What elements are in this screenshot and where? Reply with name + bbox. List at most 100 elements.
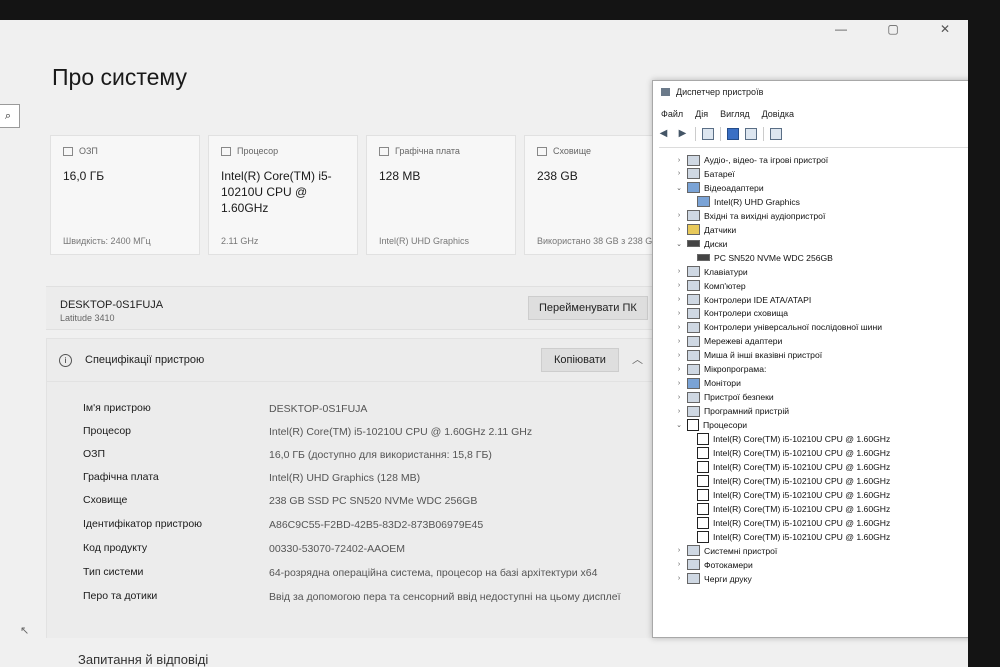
device-category-icon	[687, 280, 700, 292]
device-category[interactable]: › Вхідні та вихідні аудіопристрої	[675, 209, 825, 223]
device-tree: › Аудіо-, відео- та ігрові пристрої › Батар…	[659, 147, 968, 637]
expand-right-icon[interactable]: ›	[675, 170, 683, 177]
spec-value: 64-розрядна операційна система, процесор…	[269, 567, 598, 579]
device-item[interactable]: PC SN520 NVMe WDC 256GB	[697, 251, 833, 265]
device-item[interactable]: Intel(R) Core(TM) i5-10210U CPU @ 1.60GH…	[697, 488, 890, 502]
device-item[interactable]: Intel(R) Core(TM) i5-10210U CPU @ 1.60GH…	[697, 530, 890, 544]
expand-down-icon[interactable]: ⌄	[675, 184, 683, 192]
menu-action[interactable]: Дія	[695, 109, 708, 119]
device-specs-header[interactable]: i Специфікації пристрою Копіювати ︿	[46, 338, 658, 382]
forward-arrow-icon[interactable]: ▶	[676, 128, 689, 140]
spec-value: 16,0 ГБ (доступно для використання: 15,8…	[269, 449, 492, 461]
device-category-label: Миша й інші вказівні пристрої	[704, 350, 823, 361]
expand-right-icon[interactable]: ›	[675, 310, 683, 317]
grid-view-icon[interactable]	[745, 128, 757, 140]
device-category[interactable]: › Аудіо-, відео- та ігрові пристрої	[675, 153, 828, 167]
device-category-label: Контролери IDE ATA/ATAPI	[704, 294, 812, 305]
expand-right-icon[interactable]: ›	[675, 268, 683, 275]
device-category-label: Мережеві адаптери	[704, 336, 783, 347]
copy-button[interactable]: Копіювати	[541, 348, 619, 372]
device-category-icon	[687, 377, 700, 389]
device-category[interactable]: › Клавіатури	[675, 265, 748, 279]
device-category[interactable]: › Мікропрограма:	[675, 362, 766, 376]
minimize-icon[interactable]: —	[826, 22, 856, 36]
expand-right-icon[interactable]: ›	[675, 408, 683, 415]
device-category[interactable]: ⌄ Процесори	[675, 418, 747, 432]
spec-row: Перо та дотики Ввід за допомогою пера та …	[83, 590, 643, 605]
device-name-row: DESKTOP-0S1FUJA Latitude 3410 Перейменув…	[46, 286, 658, 330]
device-category[interactable]: ⌄ Диски	[675, 237, 727, 251]
expand-down-icon[interactable]: ⌄	[675, 240, 683, 248]
device-category[interactable]: › Системні пристрої	[675, 544, 777, 558]
device-category[interactable]: › Монітори	[675, 376, 741, 390]
device-category[interactable]: › Фотокамери	[675, 558, 753, 572]
expand-right-icon[interactable]: ›	[675, 282, 683, 289]
help-icon[interactable]	[727, 128, 739, 140]
expand-right-icon[interactable]: ›	[675, 394, 683, 401]
search-icon[interactable]: ⌕	[0, 104, 20, 128]
spec-label: Перо та дотики	[83, 590, 158, 602]
device-item[interactable]: Intel(R) Core(TM) i5-10210U CPU @ 1.60GH…	[697, 446, 890, 460]
device-item[interactable]: Intel(R) Core(TM) i5-10210U CPU @ 1.60GH…	[697, 516, 890, 530]
spec-row: Графічна плата Intel(R) UHD Graphics (128…	[83, 471, 643, 486]
device-category[interactable]: ⌄ Відеоадаптери	[675, 181, 764, 195]
expand-right-icon[interactable]: ›	[675, 338, 683, 345]
back-arrow-icon[interactable]: ◀	[657, 128, 670, 140]
device-category-label: Пристрої безпеки	[704, 392, 774, 403]
device-item-label: Intel(R) Core(TM) i5-10210U CPU @ 1.60GH…	[713, 503, 891, 514]
device-name: DESKTOP-0S1FUJA	[60, 299, 164, 311]
device-category[interactable]: › Контролери універсальної послідовної ши…	[675, 320, 882, 334]
device-item[interactable]: Intel(R) Core(TM) i5-10210U CPU @ 1.60GH…	[697, 460, 890, 474]
device-category[interactable]: › Програмний пристрій	[675, 404, 789, 418]
device-specs-list: Ім'я пристрою DESKTOP-0S1FUJA Процесор Int…	[46, 382, 660, 638]
expand-right-icon[interactable]: ›	[675, 324, 683, 331]
device-icon	[697, 196, 710, 208]
device-item[interactable]: Intel(R) Core(TM) i5-10210U CPU @ 1.60GH…	[697, 502, 890, 516]
device-category-icon	[687, 154, 700, 166]
expand-right-icon[interactable]: ›	[675, 575, 683, 582]
device-item[interactable]: Intel(R) Core(TM) i5-10210U CPU @ 1.60GH…	[697, 432, 890, 446]
device-category[interactable]: › Контролери сховища	[675, 306, 788, 320]
expand-right-icon[interactable]: ›	[675, 366, 683, 373]
device-category[interactable]: › Мережеві адаптери	[675, 334, 782, 348]
device-category-label: Датчики	[704, 224, 737, 235]
expand-right-icon[interactable]: ›	[675, 380, 683, 387]
expand-right-icon[interactable]: ›	[675, 226, 683, 233]
device-item-label: Intel(R) Core(TM) i5-10210U CPU @ 1.60GH…	[713, 461, 891, 472]
expand-right-icon[interactable]: ›	[675, 561, 683, 568]
rename-pc-button[interactable]: Перейменувати ПК	[528, 296, 648, 320]
device-category[interactable]: › Комп'ютер	[675, 279, 746, 293]
device-category[interactable]: › Миша й інші вказівні пристрої	[675, 348, 822, 362]
scan-hardware-icon[interactable]	[770, 128, 782, 140]
device-item[interactable]: Intel(R) Core(TM) i5-10210U CPU @ 1.60GH…	[697, 474, 890, 488]
expand-down-icon[interactable]: ⌄	[675, 421, 683, 429]
menu-help[interactable]: Довідка	[762, 109, 794, 119]
expand-right-icon[interactable]: ›	[675, 547, 683, 554]
card-label: ОЗП	[79, 146, 98, 156]
device-category[interactable]: › Пристрої безпеки	[675, 390, 774, 404]
device-item[interactable]: Intel(R) UHD Graphics	[697, 195, 800, 209]
device-category[interactable]: › Черги друку	[675, 572, 752, 586]
expand-right-icon[interactable]: ›	[675, 352, 683, 359]
device-category-icon	[687, 168, 700, 180]
device-category[interactable]: › Контролери IDE ATA/ATAPI	[675, 293, 811, 307]
spec-value: 00330-53070-72402-AAOEM	[269, 543, 406, 555]
device-category-icon	[687, 559, 700, 571]
expand-right-icon[interactable]: ›	[675, 296, 683, 303]
expand-right-icon[interactable]: ›	[675, 212, 683, 219]
card-value: 128 MB	[379, 169, 421, 183]
menu-view[interactable]: Вигляд	[720, 109, 750, 119]
properties-icon[interactable]	[702, 128, 714, 140]
menu-file[interactable]: Файл	[661, 109, 683, 119]
spec-value: A86C9C55-F2BD-42B5-83D2-873B06979E45	[269, 519, 484, 531]
spec-value: Ввід за допомогою пера та сенсорний ввід…	[269, 591, 621, 603]
expand-right-icon[interactable]: ›	[675, 157, 683, 164]
maximize-icon[interactable]: ▢	[878, 22, 908, 36]
chevron-up-icon[interactable]: ︿	[632, 351, 643, 367]
menu-bar: Файл Дія Вигляд Довідка	[661, 109, 794, 119]
close-icon[interactable]: ✕	[930, 22, 960, 36]
device-category-label: Комп'ютер	[704, 280, 746, 291]
device-category[interactable]: › Батареї	[675, 167, 735, 181]
device-category-label: Контролери сховища	[704, 308, 789, 319]
device-category[interactable]: › Датчики	[675, 223, 736, 237]
